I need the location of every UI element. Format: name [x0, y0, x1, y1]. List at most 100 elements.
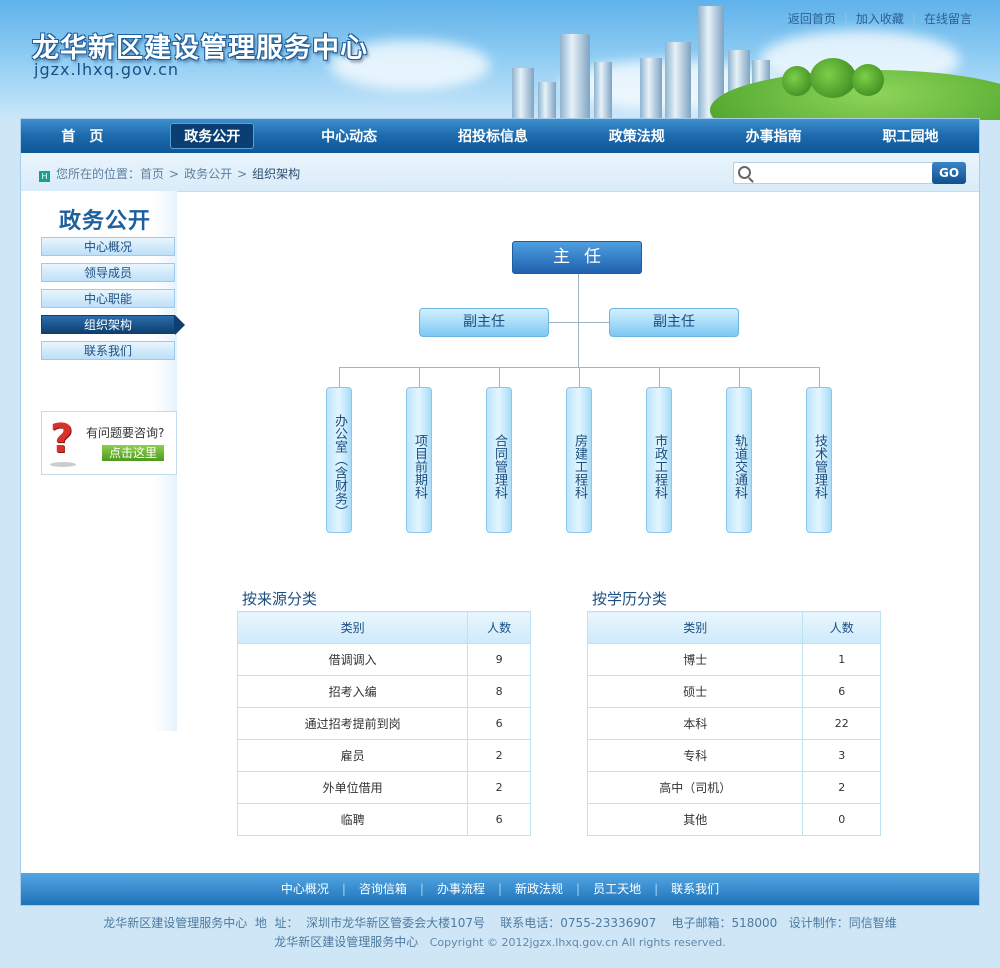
org-node-office: 办公室（含财务） [326, 387, 352, 533]
org-node-deputy-director: 副主任 [419, 308, 549, 337]
table-cell: 博士 [586, 643, 804, 676]
footer-separator: | [576, 882, 581, 896]
table-row: 借调调入 9 [236, 643, 531, 676]
table-cell: 0 [802, 803, 881, 836]
footer-link-contact[interactable]: 联系我们 [671, 882, 719, 896]
footer-separator: | [341, 882, 346, 896]
footer-link-procedures[interactable]: 办事流程 [437, 882, 485, 896]
link-separator: | [911, 12, 916, 26]
footer-copyright-line: 龙华新区建设管理服务中心 Copyright © 2012jgzx.lhxq.g… [0, 933, 1000, 952]
table-row: 招考入编 8 [236, 675, 531, 708]
building-graphic [560, 34, 590, 120]
table-cell: 高中（司机） [586, 771, 804, 804]
table-cell: 其他 [586, 803, 804, 836]
table-row: 本科 22 [586, 707, 881, 740]
link-separator: | [843, 12, 848, 26]
table-cell: 6 [802, 675, 881, 708]
footer-link-staff[interactable]: 员工天地 [593, 882, 641, 896]
add-favorite-link[interactable]: 加入收藏 [856, 12, 904, 26]
footer-copyright-name: 龙华新区建设管理服务中心 [274, 935, 419, 949]
table-cell: 6 [467, 707, 531, 740]
table-cell: 1 [802, 643, 881, 676]
building-graphic [640, 58, 662, 120]
org-node-director: 主任 [512, 241, 642, 274]
table-header-row: 类别 人数 [586, 611, 881, 644]
connector-line [499, 367, 500, 387]
table-cell: 6 [467, 803, 531, 836]
org-node-tech-mgmt: 技术管理科 [806, 387, 832, 533]
footer-link-regulations[interactable]: 新政法规 [515, 882, 563, 896]
connector-line [819, 367, 820, 387]
footer-link-mailbox[interactable]: 咨询信箱 [359, 882, 407, 896]
connector-line [549, 322, 609, 323]
column-header: 人数 [467, 611, 531, 644]
footer-separator: | [419, 882, 424, 896]
table-row: 高中（司机） 2 [586, 771, 881, 804]
table-row: 硕士 6 [586, 675, 881, 708]
connector-line [578, 274, 579, 368]
tree-graphic [810, 58, 856, 98]
org-node-deputy-director: 副主任 [609, 308, 739, 337]
top-links: 返回首页 | 加入收藏 | 在线留言 [788, 10, 972, 27]
org-node-project-prep: 项目前期科 [406, 387, 432, 533]
table-cell: 招考入编 [236, 675, 469, 708]
footer-separator: | [654, 882, 659, 896]
footer-copyright: Copyright © 2012jgzx.lhxq.gov.cn All rig… [429, 936, 726, 949]
table-cell: 外单位借用 [236, 771, 469, 804]
education-table: 类别 人数 博士 1 硕士 6 本科 22 专科 3 高中（司机） 2 其他 0 [586, 611, 881, 836]
org-node-rail-transit: 轨道交通科 [726, 387, 752, 533]
page-container: 首 页 政务公开 中心动态 招投标信息 政策法规 办事指南 职工园地 H 您所在的… [20, 118, 980, 906]
connector-line [579, 367, 580, 387]
building-graphic [594, 62, 612, 120]
column-header: 人数 [802, 611, 881, 644]
table-cell: 本科 [586, 707, 804, 740]
table-cell: 8 [467, 675, 531, 708]
table-cell: 2 [802, 771, 881, 804]
table-cell: 3 [802, 739, 881, 772]
table-title-source: 按来源分类 [242, 590, 318, 608]
column-header: 类别 [586, 611, 804, 644]
building-graphic [512, 68, 534, 120]
table-row: 通过招考提前到岗 6 [236, 707, 531, 740]
table-cell: 借调调入 [236, 643, 469, 676]
building-graphic [538, 82, 556, 120]
org-chart: 主任 副主任 副主任 办公室（含财务） 项目前期科 合同管理科 房建工程科 市政… [21, 119, 979, 579]
site-url: jgzx.lhxq.gov.cn [34, 60, 180, 79]
org-node-contract-mgmt: 合同管理科 [486, 387, 512, 533]
table-title-education: 按学历分类 [592, 590, 668, 608]
source-table: 类别 人数 借调调入 9 招考入编 8 通过招考提前到岗 6 雇员 2 外单位借用 2 临… [236, 611, 531, 836]
footer-nav: 中心概况 | 咨询信箱 | 办事流程 | 新政法规 | 员工天地 | 联系我们 [21, 873, 979, 905]
footer-link-overview[interactable]: 中心概况 [281, 882, 329, 896]
connector-line [419, 367, 420, 387]
table-cell: 2 [467, 771, 531, 804]
connector-line [739, 367, 740, 387]
home-link[interactable]: 返回首页 [788, 12, 836, 26]
footer-info: 龙华新区建设管理服务中心 地 址： 深圳市龙华新区管委会大楼107号 联系电话：… [0, 914, 1000, 952]
table-row: 博士 1 [586, 643, 881, 676]
table-cell: 22 [802, 707, 881, 740]
table-row: 其他 0 [586, 803, 881, 836]
online-message-link[interactable]: 在线留言 [924, 12, 972, 26]
org-node-building-eng: 房建工程科 [566, 387, 592, 533]
tree-graphic [852, 64, 884, 96]
table-row: 雇员 2 [236, 739, 531, 772]
table-cell: 雇员 [236, 739, 469, 772]
table-header-row: 类别 人数 [236, 611, 531, 644]
table-cell: 临聘 [236, 803, 469, 836]
table-row: 专科 3 [586, 739, 881, 772]
column-header: 类别 [236, 611, 469, 644]
table-cell: 2 [467, 739, 531, 772]
building-graphic [665, 42, 691, 120]
org-node-municipal-eng: 市政工程科 [646, 387, 672, 533]
footer-contact-line: 龙华新区建设管理服务中心 地 址： 深圳市龙华新区管委会大楼107号 联系电话：… [103, 916, 897, 930]
table-row: 临聘 6 [236, 803, 531, 836]
table-cell: 专科 [586, 739, 804, 772]
site-header: 龙华新区建设管理服务中心 jgzx.lhxq.gov.cn 返回首页 | 加入收藏 |… [0, 0, 1000, 120]
table-cell: 硕士 [586, 675, 804, 708]
table-cell: 通过招考提前到岗 [236, 707, 469, 740]
table-row: 外单位借用 2 [236, 771, 531, 804]
connector-line [339, 367, 340, 387]
footer-separator: | [497, 882, 503, 896]
table-cell: 9 [467, 643, 531, 676]
tree-graphic [782, 66, 812, 96]
